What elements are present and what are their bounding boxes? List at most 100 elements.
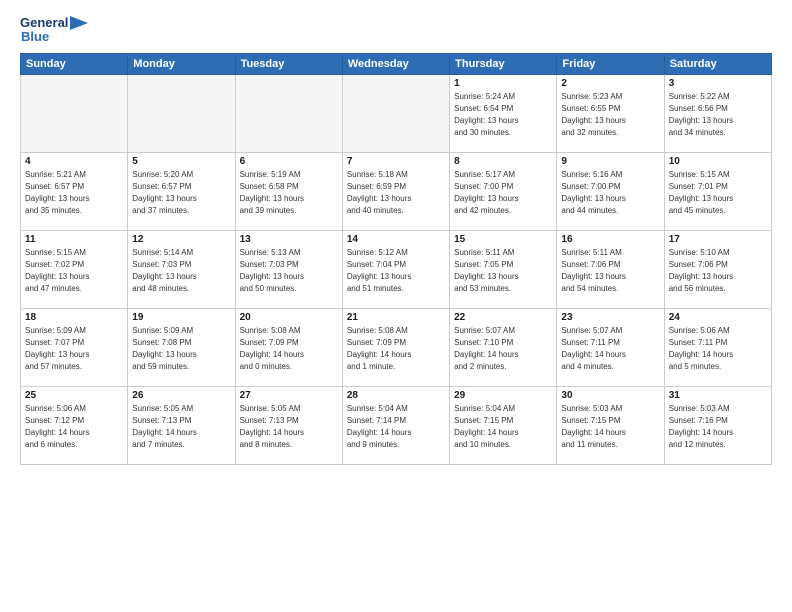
day-number: 9 (561, 156, 659, 167)
day-number: 3 (669, 78, 767, 89)
day-number: 5 (132, 156, 230, 167)
day-cell-21: 21 Sunrise: 5:08 AM Sunset: 7:09 PM Dayli… (342, 308, 449, 386)
day-cell-20: 20 Sunrise: 5:08 AM Sunset: 7:09 PM Dayli… (235, 308, 342, 386)
day-cell-10: 10 Sunrise: 5:15 AM Sunset: 7:01 PM Dayli… (664, 152, 771, 230)
day-cell-26: 26 Sunrise: 5:05 AM Sunset: 7:13 PM Dayli… (128, 386, 235, 464)
day-info: Sunrise: 5:23 AM Sunset: 6:55 PM Dayligh… (561, 91, 659, 139)
col-header-sunday: Sunday (21, 53, 128, 74)
col-header-monday: Monday (128, 53, 235, 74)
day-info: Sunrise: 5:13 AM Sunset: 7:03 PM Dayligh… (240, 247, 338, 295)
day-number: 30 (561, 390, 659, 401)
day-info: Sunrise: 5:03 AM Sunset: 7:16 PM Dayligh… (669, 403, 767, 451)
day-number: 26 (132, 390, 230, 401)
day-number: 24 (669, 312, 767, 323)
day-info: Sunrise: 5:16 AM Sunset: 7:00 PM Dayligh… (561, 169, 659, 217)
day-number: 18 (25, 312, 123, 323)
day-cell-8: 8 Sunrise: 5:17 AM Sunset: 7:00 PM Daylig… (450, 152, 557, 230)
day-number: 2 (561, 78, 659, 89)
day-number: 1 (454, 78, 552, 89)
day-number: 19 (132, 312, 230, 323)
day-info: Sunrise: 5:18 AM Sunset: 6:59 PM Dayligh… (347, 169, 445, 217)
day-info: Sunrise: 5:15 AM Sunset: 7:02 PM Dayligh… (25, 247, 123, 295)
col-header-wednesday: Wednesday (342, 53, 449, 74)
col-header-friday: Friday (557, 53, 664, 74)
day-number: 23 (561, 312, 659, 323)
day-number: 29 (454, 390, 552, 401)
day-cell-22: 22 Sunrise: 5:07 AM Sunset: 7:10 PM Dayli… (450, 308, 557, 386)
week-row-4: 18 Sunrise: 5:09 AM Sunset: 7:07 PM Dayli… (21, 308, 772, 386)
day-number: 25 (25, 390, 123, 401)
day-number: 21 (347, 312, 445, 323)
day-number: 14 (347, 234, 445, 245)
day-cell-14: 14Sunrise: 5:12 AM Sunset: 7:04 PM Dayli… (342, 230, 449, 308)
day-info: Sunrise: 5:03 AM Sunset: 7:15 PM Dayligh… (561, 403, 659, 451)
day-number: 13 (240, 234, 338, 245)
day-info: Sunrise: 5:07 AM Sunset: 7:10 PM Dayligh… (454, 325, 552, 373)
week-row-2: 4Sunrise: 5:21 AM Sunset: 6:57 PM Daylig… (21, 152, 772, 230)
day-info: Sunrise: 5:08 AM Sunset: 7:09 PM Dayligh… (347, 325, 445, 373)
day-number: 15 (454, 234, 552, 245)
day-number: 10 (669, 156, 767, 167)
day-info: Sunrise: 5:11 AM Sunset: 7:06 PM Dayligh… (561, 247, 659, 295)
week-row-1: 1 Sunrise: 5:24 AM Sunset: 6:54 PM Daylig… (21, 74, 772, 152)
day-cell-7: 7 Sunrise: 5:18 AM Sunset: 6:59 PM Daylig… (342, 152, 449, 230)
day-cell-25: 25 Sunrise: 5:06 AM Sunset: 7:12 PM Dayli… (21, 386, 128, 464)
day-number: 16 (561, 234, 659, 245)
day-number: 22 (454, 312, 552, 323)
logo: GeneralBlue (20, 16, 88, 45)
day-cell-12: 12Sunrise: 5:14 AM Sunset: 7:03 PM Dayli… (128, 230, 235, 308)
day-number: 6 (240, 156, 338, 167)
day-cell-11: 11 Sunrise: 5:15 AM Sunset: 7:02 PM Dayli… (21, 230, 128, 308)
day-info: Sunrise: 5:06 AM Sunset: 7:12 PM Dayligh… (25, 403, 123, 451)
day-cell-19: 19 Sunrise: 5:09 AM Sunset: 7:08 PM Dayli… (128, 308, 235, 386)
day-info: Sunrise: 5:17 AM Sunset: 7:00 PM Dayligh… (454, 169, 552, 217)
calendar-header-row: SundayMondayTuesdayWednesdayThursdayFrid… (21, 53, 772, 74)
day-info: Sunrise: 5:05 AM Sunset: 7:13 PM Dayligh… (240, 403, 338, 451)
day-number: 28 (347, 390, 445, 401)
day-number: 7 (347, 156, 445, 167)
day-number: 12 (132, 234, 230, 245)
day-number: 8 (454, 156, 552, 167)
day-cell-27: 27 Sunrise: 5:05 AM Sunset: 7:13 PM Dayli… (235, 386, 342, 464)
day-cell-5: 5 Sunrise: 5:20 AM Sunset: 6:57 PM Daylig… (128, 152, 235, 230)
day-info: Sunrise: 5:15 AM Sunset: 7:01 PM Dayligh… (669, 169, 767, 217)
day-cell-18: 18 Sunrise: 5:09 AM Sunset: 7:07 PM Dayli… (21, 308, 128, 386)
day-info: Sunrise: 5:24 AM Sunset: 6:54 PM Dayligh… (454, 91, 552, 139)
calendar: SundayMondayTuesdayWednesdayThursdayFrid… (20, 53, 772, 465)
day-info: Sunrise: 5:11 AM Sunset: 7:05 PM Dayligh… (454, 247, 552, 295)
page-header: GeneralBlue (20, 16, 772, 45)
day-info: Sunrise: 5:10 AM Sunset: 7:06 PM Dayligh… (669, 247, 767, 295)
day-info: Sunrise: 5:07 AM Sunset: 7:11 PM Dayligh… (561, 325, 659, 373)
day-info: Sunrise: 5:22 AM Sunset: 6:56 PM Dayligh… (669, 91, 767, 139)
week-row-5: 25 Sunrise: 5:06 AM Sunset: 7:12 PM Dayli… (21, 386, 772, 464)
day-info: Sunrise: 5:09 AM Sunset: 7:07 PM Dayligh… (25, 325, 123, 373)
day-cell-17: 17 Sunrise: 5:10 AM Sunset: 7:06 PM Dayli… (664, 230, 771, 308)
day-info: Sunrise: 5:08 AM Sunset: 7:09 PM Dayligh… (240, 325, 338, 373)
day-cell-6: 6Sunrise: 5:19 AM Sunset: 6:58 PM Daylig… (235, 152, 342, 230)
day-cell-1: 1 Sunrise: 5:24 AM Sunset: 6:54 PM Daylig… (450, 74, 557, 152)
day-info: Sunrise: 5:04 AM Sunset: 7:14 PM Dayligh… (347, 403, 445, 451)
empty-cell (128, 74, 235, 152)
day-cell-30: 30 Sunrise: 5:03 AM Sunset: 7:15 PM Dayli… (557, 386, 664, 464)
day-cell-9: 9 Sunrise: 5:16 AM Sunset: 7:00 PM Daylig… (557, 152, 664, 230)
day-cell-28: 28 Sunrise: 5:04 AM Sunset: 7:14 PM Dayli… (342, 386, 449, 464)
col-header-tuesday: Tuesday (235, 53, 342, 74)
day-cell-13: 13 Sunrise: 5:13 AM Sunset: 7:03 PM Dayli… (235, 230, 342, 308)
day-info: Sunrise: 5:20 AM Sunset: 6:57 PM Dayligh… (132, 169, 230, 217)
week-row-3: 11 Sunrise: 5:15 AM Sunset: 7:02 PM Dayli… (21, 230, 772, 308)
day-cell-24: 24 Sunrise: 5:06 AM Sunset: 7:11 PM Dayli… (664, 308, 771, 386)
day-cell-3: 3 Sunrise: 5:22 AM Sunset: 6:56 PM Daylig… (664, 74, 771, 152)
col-header-thursday: Thursday (450, 53, 557, 74)
day-cell-31: 31Sunrise: 5:03 AM Sunset: 7:16 PM Dayli… (664, 386, 771, 464)
day-number: 27 (240, 390, 338, 401)
day-info: Sunrise: 5:06 AM Sunset: 7:11 PM Dayligh… (669, 325, 767, 373)
day-cell-15: 15 Sunrise: 5:11 AM Sunset: 7:05 PM Dayli… (450, 230, 557, 308)
day-number: 17 (669, 234, 767, 245)
day-info: Sunrise: 5:05 AM Sunset: 7:13 PM Dayligh… (132, 403, 230, 451)
day-cell-4: 4Sunrise: 5:21 AM Sunset: 6:57 PM Daylig… (21, 152, 128, 230)
day-info: Sunrise: 5:09 AM Sunset: 7:08 PM Dayligh… (132, 325, 230, 373)
day-number: 11 (25, 234, 123, 245)
day-cell-23: 23 Sunrise: 5:07 AM Sunset: 7:11 PM Dayli… (557, 308, 664, 386)
day-number: 20 (240, 312, 338, 323)
empty-cell (21, 74, 128, 152)
